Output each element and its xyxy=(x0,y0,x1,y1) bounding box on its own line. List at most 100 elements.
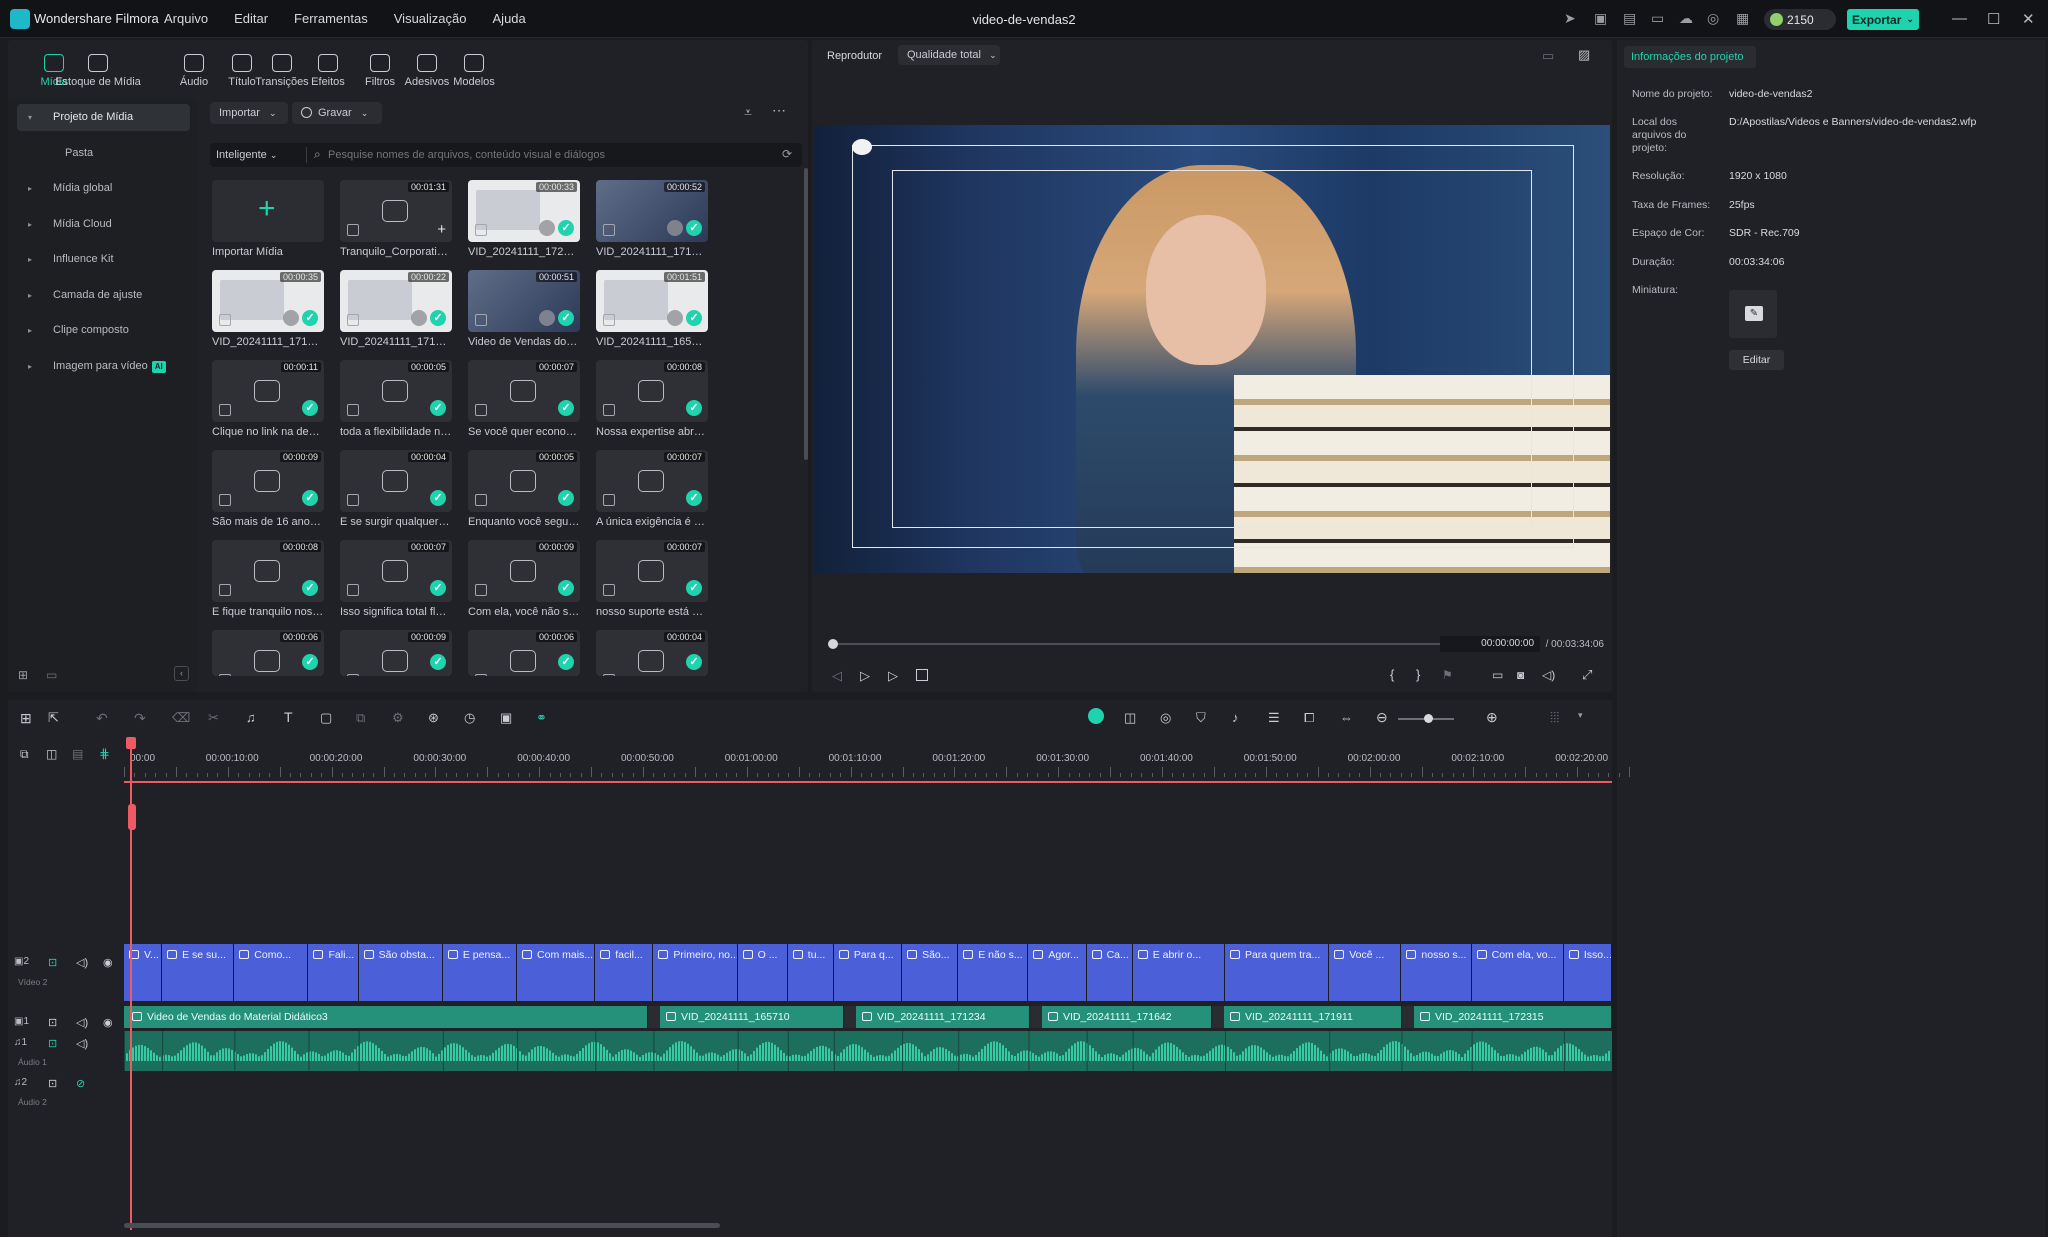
media-thumbnail[interactable]: 00:00:51 ✓ xyxy=(468,270,580,332)
video-clip[interactable]: VID_20241111_171911 xyxy=(1212,1006,1402,1028)
title-clip[interactable]: Fali... xyxy=(308,944,359,1001)
audio-edit-icon[interactable]: ♫ xyxy=(246,710,256,725)
refresh-icon[interactable]: ⟳ xyxy=(782,147,792,161)
import-dropdown[interactable]: Importar ⌄ xyxy=(210,102,288,124)
render-preview-icon[interactable] xyxy=(1088,708,1104,724)
text-tool-icon[interactable]: T xyxy=(284,709,293,725)
credits-badge[interactable]: 2150 xyxy=(1764,9,1836,30)
seek-bar[interactable] xyxy=(828,639,1445,649)
mark-in-icon[interactable]: { xyxy=(1390,667,1394,682)
timeline-ruler[interactable]: 00:00 00:00:10:00 00:00:20:00 00:00:30:00 00… xyxy=(124,747,1631,783)
media-thumbnail[interactable]: 00:00:04 ✓ xyxy=(340,450,452,512)
menu-arquivo[interactable]: Arquivo xyxy=(164,11,208,26)
title-clip[interactable]: São obsta... xyxy=(358,944,443,1001)
zoom-in-icon[interactable]: ⊕ xyxy=(1486,709,1498,726)
track-layout-icon[interactable]: ⦙⦙⦙ xyxy=(1550,709,1559,726)
layout-grid-icon[interactable]: ⊞ xyxy=(20,710,32,727)
playhead-handle[interactable] xyxy=(126,737,136,749)
title-clip[interactable]: Com ela, vo... xyxy=(1471,944,1564,1001)
audio-off-icon[interactable]: ⊘ xyxy=(76,1077,85,1090)
overlay-handle[interactable] xyxy=(852,139,872,155)
sidebar-item-clipe-composto[interactable]: ▸ Clipe composto xyxy=(17,317,190,344)
fullscreen-icon[interactable]: ⤢ xyxy=(1582,667,1592,683)
group-icon[interactable]: ▣ xyxy=(500,710,512,726)
media-thumbnail[interactable]: 00:00:07 ✓ xyxy=(468,360,580,422)
speed-icon[interactable]: ◷ xyxy=(464,710,475,726)
title-clip[interactable]: tu... xyxy=(787,944,834,1001)
microphone-icon[interactable]: ♪ xyxy=(1232,710,1239,725)
title-clip[interactable]: Primeiro, no... xyxy=(653,944,738,1001)
tab-modelos[interactable]: Modelos xyxy=(446,50,502,88)
more-options-icon[interactable]: ⋯ xyxy=(772,102,786,119)
mute-icon[interactable]: ◁) xyxy=(76,1037,88,1050)
thumbnail-preview[interactable]: ✎ xyxy=(1729,290,1777,338)
playhead-marker[interactable] xyxy=(128,804,136,830)
cut-icon[interactable]: ✂ xyxy=(208,710,219,726)
title-clip[interactable]: E pensa... xyxy=(442,944,518,1001)
crop-icon[interactable]: ▢ xyxy=(320,710,332,726)
add-icon[interactable]: + xyxy=(437,221,446,238)
headset-icon[interactable]: ◎ xyxy=(1707,10,1719,27)
tab-project-info[interactable]: Informações do projeto xyxy=(1624,46,1756,68)
sidebar-item-m-dia-global[interactable]: ▸ Mídia global xyxy=(17,175,190,202)
tab-adesivos[interactable]: Adesivos xyxy=(402,50,452,88)
playhead[interactable] xyxy=(126,737,136,1230)
camera-icon[interactable]: ◙ xyxy=(1517,668,1524,682)
media-thumbnail[interactable]: 00:00:04 ✓ xyxy=(596,630,708,676)
video-clip[interactable]: Video de Vendas do Material Didático3 xyxy=(124,1006,648,1028)
folder-icon[interactable]: ▭ xyxy=(46,668,57,682)
menu-visualizacao[interactable]: Visualização xyxy=(394,11,467,26)
media-thumbnail[interactable]: 00:01:51 ✓ xyxy=(596,270,708,332)
undo-icon[interactable]: ↶ xyxy=(96,710,108,727)
close-icon[interactable]: ✕ xyxy=(2022,10,2035,28)
filter-sort-icon[interactable]: ⩡ xyxy=(744,104,752,121)
title-clip[interactable]: Isso... xyxy=(1563,944,1612,1001)
snap-icon[interactable]: ⋕ xyxy=(99,746,110,762)
lock-icon[interactable]: ⊡ xyxy=(48,1077,57,1090)
maximize-icon[interactable]: ☐ xyxy=(1987,10,2000,28)
title-clip[interactable]: Como... xyxy=(234,944,309,1001)
title-clip[interactable]: facil... xyxy=(595,944,654,1001)
tab-transi-es[interactable]: Transições xyxy=(252,50,312,88)
previous-frame-icon[interactable]: ◁ xyxy=(832,668,842,684)
color-icon[interactable]: ⚙ xyxy=(392,710,404,726)
sort-dropdown[interactable]: Inteligente ⌄ xyxy=(216,146,277,164)
search-input[interactable] xyxy=(328,146,768,164)
sidebar-item-pasta[interactable]: Pasta xyxy=(17,140,190,167)
pip-icon[interactable]: ⧠ xyxy=(1304,710,1314,726)
minimize-icon[interactable]: — xyxy=(1952,10,1967,27)
tab-estoque-de-m-dia[interactable]: Estoque de Mídia xyxy=(52,50,144,88)
lock-icon[interactable]: ⊡ xyxy=(48,956,57,969)
title-clip[interactable]: E não s... xyxy=(958,944,1029,1001)
stack-icon[interactable]: ▤ xyxy=(72,747,83,761)
video-clip[interactable]: VID_20241111_165710 xyxy=(648,1006,844,1028)
mute-icon[interactable]: ◁) xyxy=(76,956,88,969)
menu-editar[interactable]: Editar xyxy=(234,11,268,26)
media-thumbnail[interactable]: 00:00:22 ✓ xyxy=(340,270,452,332)
import-media-tile[interactable]: + xyxy=(212,180,324,242)
media-thumbnail[interactable]: 00:00:07 ✓ xyxy=(596,540,708,602)
redo-icon[interactable]: ↷ xyxy=(134,710,146,727)
title-clip[interactable]: E se su... xyxy=(162,944,235,1001)
media-thumbnail[interactable]: 00:00:09 ✓ xyxy=(212,450,324,512)
title-clip[interactable]: Com mais... xyxy=(517,944,596,1001)
media-thumbnail[interactable]: 00:00:06 ✓ xyxy=(468,630,580,676)
title-clip[interactable]: nosso s... xyxy=(1401,944,1472,1001)
media-thumbnail[interactable]: 00:00:07 ✓ xyxy=(596,450,708,512)
sidebar-item-imagem-para-v-deo[interactable]: ▸ Imagem para vídeo AI xyxy=(17,353,190,380)
seek-knob[interactable] xyxy=(828,639,838,649)
track-manager-icon[interactable]: ◫ xyxy=(46,747,57,761)
safe-zone-icon[interactable]: ▭ xyxy=(1542,48,1554,64)
select-tool-icon[interactable]: ⇱ xyxy=(48,710,59,726)
title-clip[interactable]: Para quem tra... xyxy=(1224,944,1330,1001)
auto-sync-icon[interactable]: ◎ xyxy=(1160,710,1171,726)
title-clip[interactable]: O ... xyxy=(737,944,788,1001)
media-thumbnail[interactable]: 00:00:09 ✓ xyxy=(340,630,452,676)
lock-icon[interactable]: ⊡ xyxy=(48,1037,57,1050)
stop-icon[interactable] xyxy=(916,669,928,681)
zoom-slider[interactable] xyxy=(1398,714,1454,723)
current-time[interactable]: 00:00:00:00 xyxy=(1440,636,1540,652)
media-thumbnail[interactable]: 00:00:52 ✓ xyxy=(596,180,708,242)
title-clip[interactable]: Agor... xyxy=(1028,944,1087,1001)
timeline-scrollbar[interactable] xyxy=(124,1223,720,1228)
